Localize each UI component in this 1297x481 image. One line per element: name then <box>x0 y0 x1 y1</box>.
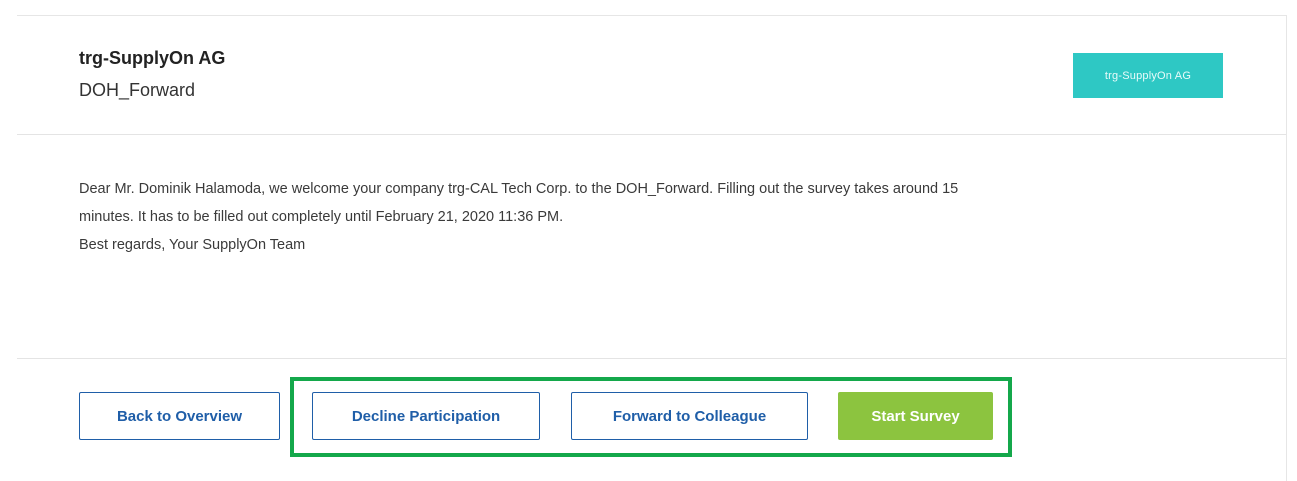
invitation-message: Dear Mr. Dominik Halamoda, we welcome yo… <box>79 175 1259 259</box>
survey-name: DOH_Forward <box>79 80 196 100</box>
start-survey-button[interactable]: Start Survey <box>838 392 993 440</box>
company-logo: trg-SupplyOn AG <box>1073 53 1223 98</box>
back-to-overview-button[interactable]: Back to Overview <box>79 392 280 440</box>
message-line: Dear Mr. Dominik Halamoda, we welcome yo… <box>79 181 959 197</box>
company-name: trg-SupplyOn AG <box>79 48 226 68</box>
message-signoff: Best regards, Your SupplyOn Team <box>79 237 306 253</box>
message-line: minutes. It has to be filled out complet… <box>79 209 564 225</box>
footer-divider <box>17 358 1286 359</box>
card-header: trg-SupplyOn AG DOH_Forward trg-SupplyOn… <box>17 16 1286 135</box>
forward-to-colleague-button[interactable]: Forward to Colleague <box>571 392 808 440</box>
survey-invitation-card: trg-SupplyOn AG DOH_Forward trg-SupplyOn… <box>17 15 1287 481</box>
decline-participation-button[interactable]: Decline Participation <box>312 392 540 440</box>
